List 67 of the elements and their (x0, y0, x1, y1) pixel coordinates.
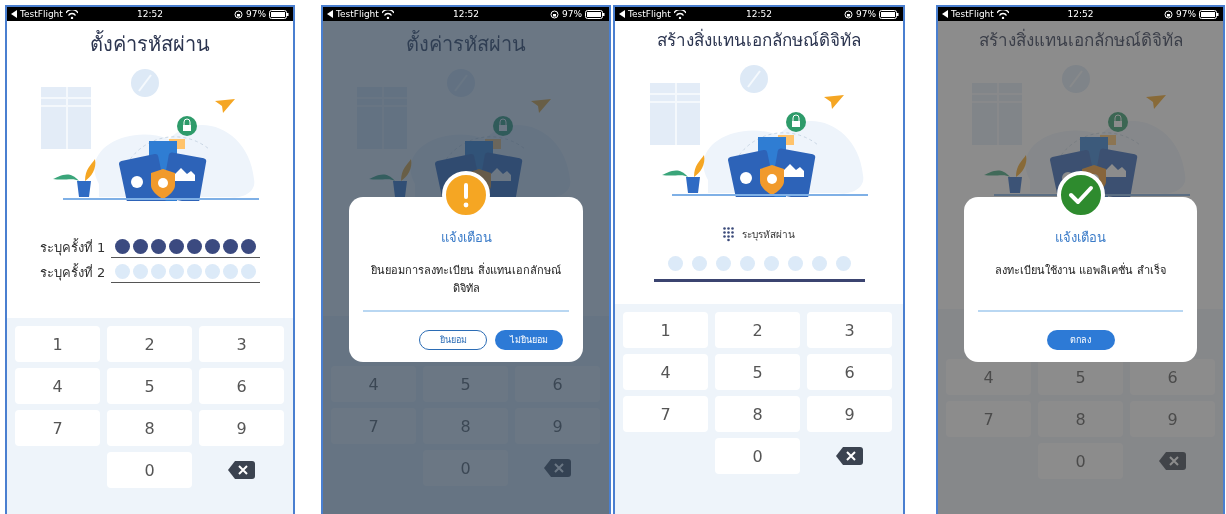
accept-button[interactable]: ยินยอม (419, 330, 487, 350)
keypad-key[interactable]: 4 (623, 354, 708, 390)
primary-button[interactable]: ไม่ยินยอม (495, 330, 563, 350)
keypad-key[interactable]: 6 (199, 368, 284, 404)
keypad-key[interactable]: 5 (107, 368, 192, 404)
keypad-key[interactable]: 1 (15, 326, 100, 362)
battery-percent: 97% (1176, 9, 1196, 19)
clock-time: 12:52 (746, 9, 772, 19)
battery-icon (879, 9, 899, 19)
battery-percent: 97% (562, 9, 582, 19)
battery-icon (1199, 9, 1219, 19)
pin-label: ระบุรหัสผ่าน (742, 228, 795, 242)
rotation-lock-icon (844, 9, 853, 19)
keypad-key[interactable]: 3 (807, 312, 892, 348)
pin-input-field[interactable] (111, 237, 261, 258)
back-arrow-icon (11, 10, 17, 18)
wifi-icon (381, 9, 394, 19)
pin-label: ระบุครั้งที่ 2 (39, 262, 106, 283)
battery-percent: 97% (246, 9, 266, 19)
keypad-key[interactable]: 9 (199, 410, 284, 446)
keypad-key[interactable]: 1 (623, 312, 708, 348)
dialog-message: ยินยอมการลงทะเบียน สิ่งแทนเอกลักษณ์ดิจิทัล (370, 262, 562, 297)
primary-button[interactable]: ตกลง (1046, 330, 1115, 350)
keypad-key[interactable]: 0 (715, 438, 800, 474)
rotation-lock-icon (550, 9, 559, 19)
keypad-key[interactable]: 0 (107, 452, 192, 488)
battery-icon (269, 9, 289, 19)
page-title: ตั้งค่ารหัสผ่าน (406, 31, 526, 57)
dialog-message: ลงทะเบียนใช้งาน แอพลิเคชั่น สำเร็จ (995, 262, 1166, 279)
app-name[interactable]: TestFlight (20, 9, 63, 19)
wifi-icon (65, 9, 78, 19)
battery-percent: 97% (856, 9, 876, 19)
wifi-icon (996, 9, 1009, 19)
keypad-key[interactable]: 4 (15, 368, 100, 404)
keypad-key[interactable]: 7 (623, 396, 708, 432)
pin-label: ระบุครั้งที่ 1 (39, 237, 106, 258)
clock-time: 12:52 (137, 9, 163, 19)
keypad-key[interactable]: 9 (807, 396, 892, 432)
dialog-title: แจ้งเตือน (440, 229, 492, 247)
keypad-key[interactable]: 8 (107, 410, 192, 446)
keypad-key[interactable]: 8 (715, 396, 800, 432)
page-title: สร้างสิ่งแทนเอกลักษณ์ดิจิทัล (657, 27, 861, 52)
backspace-icon[interactable] (836, 447, 863, 465)
keypad-key[interactable]: 5 (715, 354, 800, 390)
keypad-key[interactable]: 2 (107, 326, 192, 362)
rotation-lock-icon (234, 9, 243, 19)
back-arrow-icon (327, 10, 333, 18)
app-name[interactable]: TestFlight (951, 9, 994, 19)
app-name[interactable]: TestFlight (628, 9, 671, 19)
pin-input-field[interactable] (111, 262, 261, 283)
rotation-lock-icon (1164, 9, 1173, 19)
keypad-key[interactable]: 2 (715, 312, 800, 348)
page-title: ตั้งค่ารหัสผ่าน (90, 31, 210, 57)
app-name[interactable]: TestFlight (336, 9, 379, 19)
dialog-title: แจ้งเตือน (1055, 229, 1106, 247)
backspace-icon[interactable] (228, 461, 255, 479)
keypad-key[interactable]: 7 (15, 410, 100, 446)
battery-icon (585, 9, 605, 19)
keypad-key[interactable]: 3 (199, 326, 284, 362)
keypad-icon (723, 227, 734, 242)
page-title: สร้างสิ่งแทนเอกลักษณ์ดิจิทัล (978, 27, 1183, 52)
back-arrow-icon (942, 10, 948, 18)
back-arrow-icon (619, 10, 625, 18)
keypad-key[interactable]: 6 (807, 354, 892, 390)
clock-time: 12:52 (453, 9, 479, 19)
wifi-icon (673, 9, 686, 19)
clock-time: 12:52 (1067, 9, 1094, 19)
